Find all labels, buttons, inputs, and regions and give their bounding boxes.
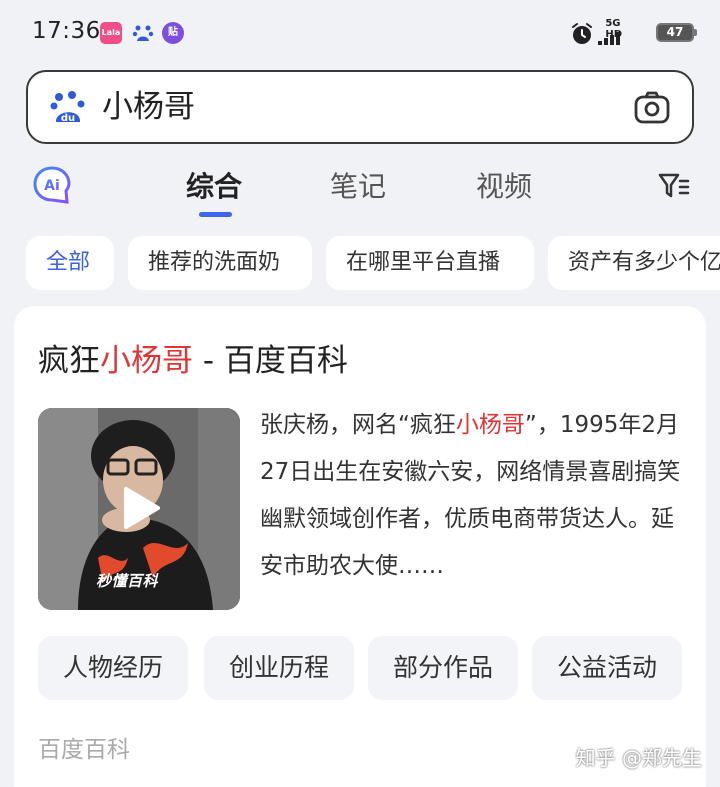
svg-text:Ai: Ai: [44, 178, 60, 194]
thumbnail-label: 秒懂百科: [96, 572, 159, 590]
baidu-notification-icon: [132, 22, 154, 44]
tab-notes[interactable]: 笔记: [330, 166, 386, 208]
zhihu-watermark: 知乎 @郑先生: [575, 746, 702, 770]
video-thumbnail[interactable]: 秒懂百科: [38, 408, 240, 610]
active-tab-indicator: [199, 212, 232, 217]
section-button-charity[interactable]: 公益活动: [532, 636, 682, 700]
chip-all[interactable]: 全部: [26, 236, 114, 290]
ai-assistant-icon[interactable]: Ai: [32, 165, 72, 205]
chip-suggestion[interactable]: 在哪里平台直播: [326, 236, 534, 290]
baidu-logo-icon[interactable]: du: [50, 88, 86, 126]
section-button-works[interactable]: 部分作品: [368, 636, 518, 700]
desc-part: 张庆杨，网名“疯狂: [260, 412, 456, 438]
title-suffix: - 百度百科: [193, 343, 348, 379]
search-input[interactable]: 小杨哥: [102, 86, 195, 128]
play-icon[interactable]: [120, 486, 162, 530]
baike-result-card[interactable]: 疯狂小杨哥 - 百度百科 秒懂百科 张庆杨，网名“疯狂小杨哥”，1995年2月2…: [14, 306, 706, 787]
result-description: 张庆杨，网名“疯狂小杨哥”，1995年2月27日出生在安徽六安，网络情景喜剧搞笑…: [260, 402, 690, 590]
tab-videos[interactable]: 视频: [476, 166, 532, 208]
svg-text:du: du: [61, 113, 75, 124]
result-title[interactable]: 疯狂小杨哥 - 百度百科: [38, 340, 348, 382]
title-highlight: 小杨哥: [100, 343, 193, 379]
camera-icon[interactable]: [634, 90, 670, 124]
filter-icon[interactable]: [658, 172, 690, 200]
tab-comprehensive[interactable]: 综合: [186, 166, 242, 208]
result-source: 百度百科: [38, 737, 130, 763]
alarm-icon: [572, 23, 592, 44]
signal-strength-icon: [598, 32, 620, 45]
search-box[interactable]: du 小杨哥: [26, 70, 694, 144]
desc-highlight: 小杨哥: [455, 412, 525, 438]
section-button-biography[interactable]: 人物经历: [38, 636, 188, 700]
battery-icon: 47: [656, 23, 697, 42]
chip-suggestion[interactable]: 资产有多少个亿: [548, 236, 720, 290]
status-bar: 17:36 Lala 贴 5G HD 47: [0, 0, 720, 66]
chip-suggestion[interactable]: 推荐的洗面奶: [128, 236, 312, 290]
status-time: 17:36: [32, 18, 101, 44]
lala-app-notification-icon: Lala: [100, 22, 122, 44]
tieba-notification-icon: 贴: [162, 22, 184, 44]
title-prefix: 疯狂: [38, 343, 100, 379]
section-button-career[interactable]: 创业历程: [204, 636, 354, 700]
